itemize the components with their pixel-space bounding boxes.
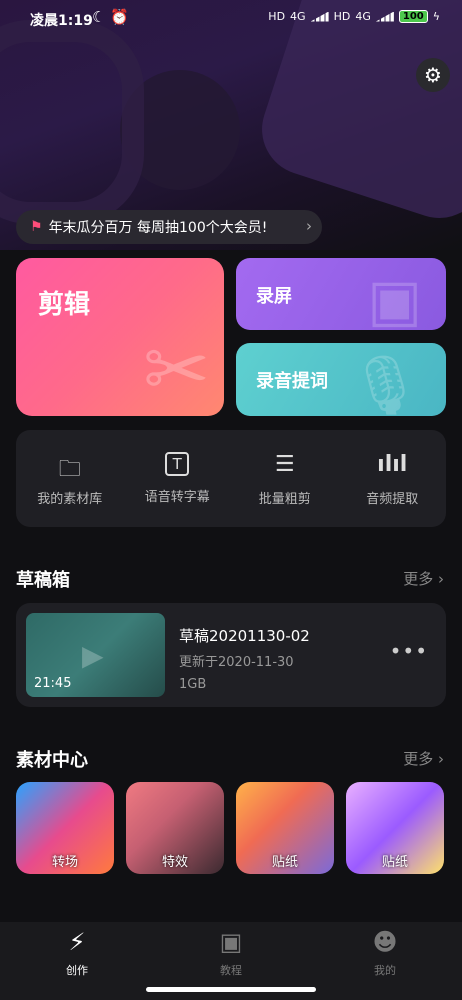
signal-icon bbox=[375, 11, 394, 22]
waveform-icon: ılıl bbox=[377, 452, 408, 477]
more-label: 更多 bbox=[403, 570, 434, 588]
tab-create[interactable]: ⚡ 创作 bbox=[0, 922, 154, 1000]
draft-item[interactable]: ▶ 21:45 草稿20201130-02 更新于2020-11-30 1GB … bbox=[16, 603, 446, 707]
microphone-icon: 🎙 bbox=[348, 351, 422, 416]
drafts-more-link[interactable]: 更多 › bbox=[403, 568, 444, 589]
hd-icon: HD bbox=[333, 10, 351, 23]
chevron-right-icon: › bbox=[438, 750, 444, 768]
more-label: 更多 bbox=[403, 750, 434, 768]
draft-thumbnail: ▶ 21:45 bbox=[26, 613, 165, 697]
flag-icon: ⚑ bbox=[30, 219, 43, 235]
edit-card[interactable]: 剪辑 ✂ bbox=[16, 258, 224, 416]
decor-shape bbox=[0, 20, 144, 224]
play-book-icon: ▣ bbox=[219, 928, 243, 956]
voice-prompt-card[interactable]: 录音提词 🎙 bbox=[236, 343, 446, 416]
material-label: 贴纸 bbox=[381, 855, 408, 870]
folder-icon: 🗀 bbox=[58, 457, 81, 482]
user-icon: ☻ bbox=[372, 928, 398, 956]
gear-icon: ⚙ bbox=[424, 63, 442, 87]
promo-text: 年末瓜分百万 每周抽100个大会员! bbox=[48, 220, 268, 236]
materials-title: 素材中心 bbox=[16, 750, 88, 771]
signal-icon bbox=[310, 11, 329, 22]
network-label: 4G bbox=[290, 10, 306, 23]
material-label: 贴纸 bbox=[271, 855, 298, 870]
voice-card-title: 录音提词 bbox=[256, 371, 328, 392]
edit-card-title: 剪辑 bbox=[38, 290, 91, 320]
charging-icon: ϟ bbox=[432, 10, 440, 23]
tool-label: 批量粗剪 bbox=[258, 492, 311, 507]
status-time: 凌晨1:19 bbox=[30, 13, 93, 29]
hd-icon: HD bbox=[268, 10, 286, 23]
draft-updated: 更新于2020-11-30 bbox=[179, 655, 294, 670]
scissors-icon: ✂ bbox=[142, 323, 210, 416]
tool-label: 我的素材库 bbox=[37, 492, 103, 507]
draft-size: 1GB bbox=[179, 677, 207, 692]
play-icon: ▶ bbox=[82, 639, 104, 672]
draft-name: 草稿20201130-02 bbox=[179, 627, 310, 645]
settings-button[interactable]: ⚙ bbox=[416, 58, 450, 92]
chevron-right-icon: › bbox=[438, 570, 444, 588]
material-transition[interactable]: 转场 bbox=[16, 782, 114, 874]
home-indicator bbox=[146, 987, 316, 992]
tool-label: 音频提取 bbox=[366, 492, 419, 507]
drafts-title: 草稿箱 bbox=[16, 570, 70, 591]
tool-batch-cut[interactable]: ☰ 批量粗剪 bbox=[231, 430, 339, 527]
tab-label: 教程 bbox=[220, 964, 242, 977]
material-stickers[interactable]: 贴纸 bbox=[236, 782, 334, 874]
text-recognition-icon: T bbox=[165, 452, 190, 476]
materials-more-link[interactable]: 更多 › bbox=[403, 748, 444, 769]
chevron-right-icon: › bbox=[306, 217, 312, 235]
lightning-icon: ⚡ bbox=[68, 928, 86, 956]
network-label: 4G bbox=[355, 10, 371, 23]
material-label: 特效 bbox=[161, 855, 188, 870]
tab-profile[interactable]: ☻ 我的 bbox=[308, 922, 462, 1000]
tab-label: 我的 bbox=[374, 964, 396, 977]
tab-label: 创作 bbox=[66, 964, 88, 977]
materials-list: 转场 特效 贴纸 贴纸 bbox=[16, 782, 462, 874]
tools-panel: 🗀 我的素材库 T 语音转字幕 ☰ 批量粗剪 ılıl 音频提取 bbox=[16, 430, 446, 527]
material-stickers-2[interactable]: 贴纸 bbox=[346, 782, 444, 874]
draft-duration: 21:45 bbox=[34, 676, 72, 691]
record-screen-card[interactable]: 录屏 ▣ bbox=[236, 258, 446, 330]
tool-label: 语音转字幕 bbox=[144, 490, 210, 505]
screen-record-icon: ▣ bbox=[367, 266, 422, 330]
list-icon: ☰ bbox=[274, 452, 295, 477]
tool-audio-extract[interactable]: ılıl 音频提取 bbox=[339, 430, 447, 527]
more-options-icon[interactable]: ••• bbox=[390, 639, 428, 663]
record-card-title: 录屏 bbox=[256, 286, 292, 307]
battery-icon: 100 bbox=[398, 10, 428, 23]
tool-speech-to-subtitle[interactable]: T 语音转字幕 bbox=[124, 430, 232, 527]
status-right: HD 4G HD 4G 100 ϟ bbox=[268, 10, 440, 23]
tool-material-library[interactable]: 🗀 我的素材库 bbox=[16, 430, 124, 527]
status-left-icons: ☾ ⏰ bbox=[92, 8, 129, 26]
material-label: 转场 bbox=[51, 855, 78, 870]
material-effects[interactable]: 特效 bbox=[126, 782, 224, 874]
status-bar: 凌晨1:19 ☾ ⏰ HD 4G HD 4G 100 ϟ bbox=[0, 0, 462, 36]
promo-banner[interactable]: ⚑ 年末瓜分百万 每周抽100个大会员! › bbox=[16, 210, 322, 244]
